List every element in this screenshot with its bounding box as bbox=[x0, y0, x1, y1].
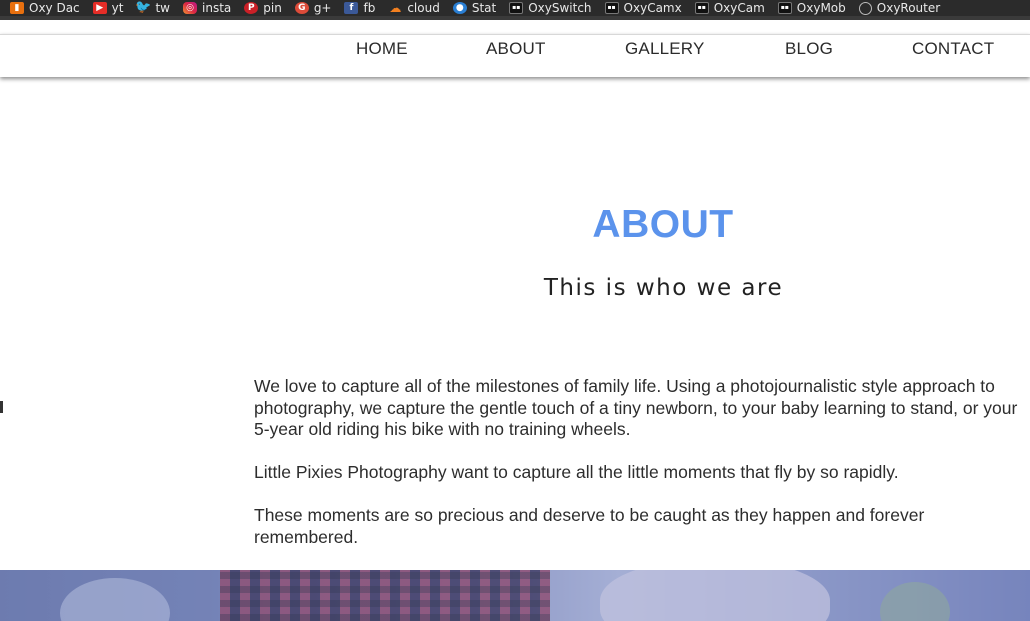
bookmark-label: OxyMob bbox=[796, 1, 846, 15]
bookmark-oxycamx[interactable]: ▪▪ OxyCamx bbox=[597, 0, 687, 16]
bookmark-gplus[interactable]: Gg+ bbox=[287, 0, 337, 16]
family-photo bbox=[0, 570, 1030, 621]
bookmark-label: cloud bbox=[407, 1, 440, 15]
oxy-dac-icon: ▮ bbox=[10, 2, 24, 14]
nav-about-link[interactable]: ABOUT bbox=[486, 39, 546, 59]
bookmark-oxyrouter[interactable]: OxyRouter bbox=[851, 0, 945, 16]
nav-gallery-link[interactable]: GALLERY bbox=[625, 39, 705, 59]
bookmarks-bar: ▮ Oxy Dac ▶ yt 🐦 tw ◎ insta Ppin Gg+ f fb ☁ cl… bbox=[0, 0, 1030, 16]
bookmark-tw[interactable]: 🐦 tw bbox=[128, 0, 175, 16]
bookmark-cloud[interactable]: ☁ cloud bbox=[380, 0, 445, 16]
bookmark-label: OxyCam bbox=[713, 1, 765, 15]
bookmark-oxy-dac[interactable]: ▮ Oxy Dac bbox=[0, 0, 85, 16]
edge-fragment bbox=[0, 401, 3, 413]
pinterest-icon: P bbox=[244, 2, 259, 14]
about-heading: ABOUT bbox=[592, 203, 734, 246]
nav-home-link[interactable]: HOME bbox=[356, 39, 408, 59]
globe-icon bbox=[858, 1, 872, 15]
google-plus-icon: G bbox=[294, 2, 309, 14]
about-paragraph: Little Pixies Photography want to captur… bbox=[254, 462, 899, 482]
bookmark-label: g+ bbox=[313, 1, 332, 15]
instagram-icon: ◎ bbox=[183, 2, 197, 14]
bookmark-label: Stat bbox=[471, 1, 497, 15]
nav-contact-link[interactable]: CONTACT bbox=[912, 39, 994, 59]
bookmark-oxycam[interactable]: ▪▪ OxyCam bbox=[687, 0, 770, 16]
bookmark-label: pin bbox=[263, 1, 282, 15]
bookmark-stat[interactable]: ● Stat bbox=[445, 0, 501, 16]
bookmark-label: insta bbox=[202, 1, 232, 15]
youtube-icon: ▶ bbox=[92, 2, 107, 14]
bookmark-label: OxySwitch bbox=[528, 1, 592, 15]
bookmark-label: fb bbox=[363, 1, 376, 15]
bookmark-label: yt bbox=[111, 1, 124, 15]
oxymob-icon: ▪▪ bbox=[777, 2, 792, 14]
stat-icon: ● bbox=[452, 2, 467, 14]
oxycam-icon: ▪▪ bbox=[694, 2, 709, 14]
about-subheading: This is who we are bbox=[543, 275, 784, 301]
about-paragraph: We love to capture all of the milestones… bbox=[254, 376, 1018, 439]
oxycamx-icon: ▪▪ bbox=[604, 2, 619, 14]
cloud-icon: ☁ bbox=[389, 1, 402, 15]
site-navigation: HOME ABOUT GALLERY BLOG CONTACT bbox=[0, 34, 1030, 77]
toolbar-divider bbox=[0, 16, 1030, 20]
bookmark-insta[interactable]: ◎ insta bbox=[175, 0, 236, 16]
bookmark-yt[interactable]: ▶ yt bbox=[85, 0, 129, 16]
bookmark-fb[interactable]: f fb bbox=[336, 0, 380, 16]
bookmark-label: Oxy Dac bbox=[29, 1, 80, 15]
bookmark-label: OxyRouter bbox=[876, 1, 941, 15]
bookmark-pin[interactable]: Ppin bbox=[236, 0, 287, 16]
facebook-icon: f bbox=[344, 2, 359, 14]
about-body: We love to capture all of the milestones… bbox=[254, 376, 1030, 570]
about-paragraph: These moments are so precious and deserv… bbox=[254, 505, 925, 547]
twitter-icon: 🐦 bbox=[135, 0, 152, 15]
nav-blog-link[interactable]: BLOG bbox=[785, 39, 833, 59]
bookmark-oxymob[interactable]: ▪▪ OxyMob bbox=[770, 0, 851, 16]
bookmark-oxyswitch[interactable]: ▪▪ OxySwitch bbox=[501, 0, 596, 16]
bookmark-label: OxyCamx bbox=[623, 1, 682, 15]
oxyswitch-icon: ▪▪ bbox=[509, 2, 524, 14]
bookmark-label: tw bbox=[155, 1, 170, 15]
